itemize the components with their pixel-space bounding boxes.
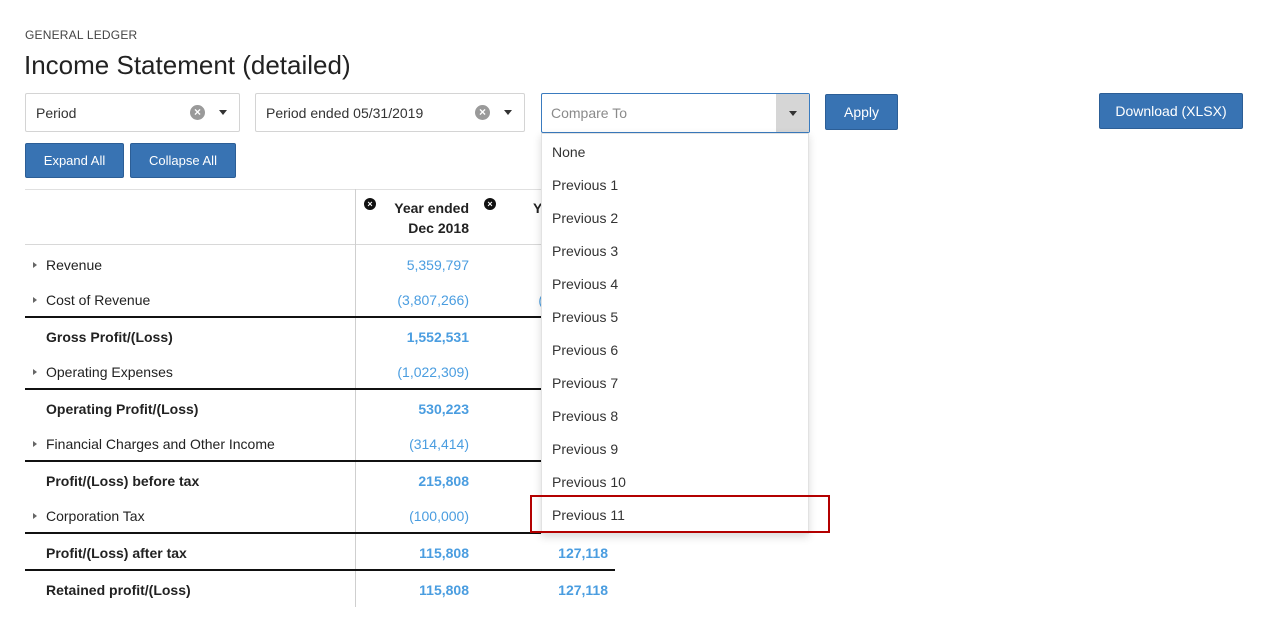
row-label: Corporation Tax — [46, 508, 145, 524]
period-type-select[interactable]: Period × — [25, 93, 240, 132]
table-row: Gross Profit/(Loss) 1,552,531 — [25, 319, 615, 355]
expand-arrow-icon[interactable] — [33, 441, 37, 447]
remove-column-icon[interactable]: × — [364, 198, 376, 210]
period-value-select[interactable]: Period ended 05/31/2019 × — [255, 93, 525, 132]
period-value: Period ended 05/31/2019 — [266, 104, 424, 121]
compare-to-placeholder: Compare To — [551, 105, 628, 121]
dropdown-option-previous-6[interactable]: Previous 6 — [542, 333, 808, 366]
row-value: (314,414) — [409, 436, 469, 452]
collapse-all-button[interactable]: Collapse All — [130, 143, 236, 178]
row-value: 530,223 — [418, 401, 469, 417]
table-row[interactable]: Corporation Tax (100,000) — [25, 498, 615, 534]
row-value-compare: 127,118 — [558, 545, 608, 561]
row-label: Operating Profit/(Loss) — [46, 401, 199, 417]
total-separator — [25, 316, 615, 318]
total-separator — [25, 532, 615, 534]
dropdown-option-previous-3[interactable]: Previous 3 — [542, 234, 808, 267]
download-xlsx-button[interactable]: Download (XLSX) — [1099, 93, 1243, 129]
compare-to-dropdown: None Previous 1 Previous 2 Previous 3 Pr… — [541, 133, 809, 534]
table-header — [25, 189, 615, 245]
row-label: Cost of Revenue — [46, 292, 151, 308]
compare-to-toggle[interactable] — [776, 94, 809, 132]
column-header-1: Year ended Dec 2018 — [380, 198, 469, 238]
row-value: 1,552,531 — [406, 329, 469, 345]
table-row: Profit/(Loss) after tax 115,808 127,118 — [25, 535, 615, 571]
expand-arrow-icon[interactable] — [33, 513, 37, 519]
clear-icon[interactable]: × — [475, 105, 490, 120]
column-header-1-line2: Dec 2018 — [408, 220, 469, 236]
highlight-box — [530, 495, 830, 533]
column-header-1-line1: Year ended — [394, 200, 469, 216]
total-separator — [25, 460, 615, 462]
table-row: Profit/(Loss) before tax 215,808 — [25, 463, 615, 499]
expand-arrow-icon[interactable] — [33, 262, 37, 268]
dropdown-option-none[interactable]: None — [542, 135, 808, 168]
row-label: Operating Expenses — [46, 364, 173, 380]
total-separator — [25, 388, 615, 390]
apply-button[interactable]: Apply — [825, 94, 898, 130]
row-value: (1,022,309) — [397, 364, 469, 380]
table-row[interactable]: Financial Charges and Other Income (314,… — [25, 426, 615, 462]
dropdown-option-previous-1[interactable]: Previous 1 — [542, 168, 808, 201]
row-value: 115,808 — [419, 582, 469, 598]
compare-to-select[interactable]: Compare To — [541, 93, 810, 133]
row-label: Profit/(Loss) before tax — [46, 473, 200, 489]
dropdown-option-previous-5[interactable]: Previous 5 — [542, 300, 808, 333]
row-value-compare: 127,118 — [558, 582, 608, 598]
period-type-value: Period — [36, 104, 77, 121]
table-row: Retained profit/(Loss) 115,808 127,118 — [25, 572, 615, 608]
row-label: Profit/(Loss) after tax — [46, 545, 187, 561]
row-label: Gross Profit/(Loss) — [46, 329, 173, 345]
expand-all-button[interactable]: Expand All — [25, 143, 124, 178]
total-separator — [25, 569, 615, 571]
expand-arrow-icon[interactable] — [33, 297, 37, 303]
row-value: 5,359,797 — [406, 257, 469, 273]
dropdown-option-previous-7[interactable]: Previous 7 — [542, 366, 808, 399]
dropdown-option-previous-10[interactable]: Previous 10 — [542, 465, 808, 498]
remove-column-icon[interactable]: × — [484, 198, 496, 210]
table-row[interactable]: Operating Expenses (1,022,309) — [25, 354, 615, 390]
row-value: 215,808 — [418, 473, 469, 489]
breadcrumb: GENERAL LEDGER — [25, 28, 138, 42]
table-row[interactable]: Revenue 5,359,797 — [25, 247, 615, 283]
row-value: (3,807,266) — [397, 292, 469, 308]
dropdown-option-previous-8[interactable]: Previous 8 — [542, 399, 808, 432]
clear-icon[interactable]: × — [190, 105, 205, 120]
expand-arrow-icon[interactable] — [33, 369, 37, 375]
chevron-down-icon[interactable] — [504, 110, 512, 115]
table-row: Operating Profit/(Loss) 530,223 — [25, 391, 615, 427]
dropdown-option-previous-4[interactable]: Previous 4 — [542, 267, 808, 300]
row-label: Revenue — [46, 257, 103, 273]
chevron-down-icon[interactable] — [219, 110, 227, 115]
table-row[interactable]: Cost of Revenue (3,807,266) ( — [25, 282, 615, 318]
dropdown-option-previous-2[interactable]: Previous 2 — [542, 201, 808, 234]
dropdown-option-previous-9[interactable]: Previous 9 — [542, 432, 808, 465]
row-label: Financial Charges and Other Income — [46, 436, 275, 452]
page-title: Income Statement (detailed) — [24, 50, 351, 80]
chevron-down-icon — [788, 110, 797, 116]
row-value: (100,000) — [409, 508, 469, 524]
row-label: Retained profit/(Loss) — [46, 582, 191, 598]
row-value: 115,808 — [419, 545, 469, 561]
